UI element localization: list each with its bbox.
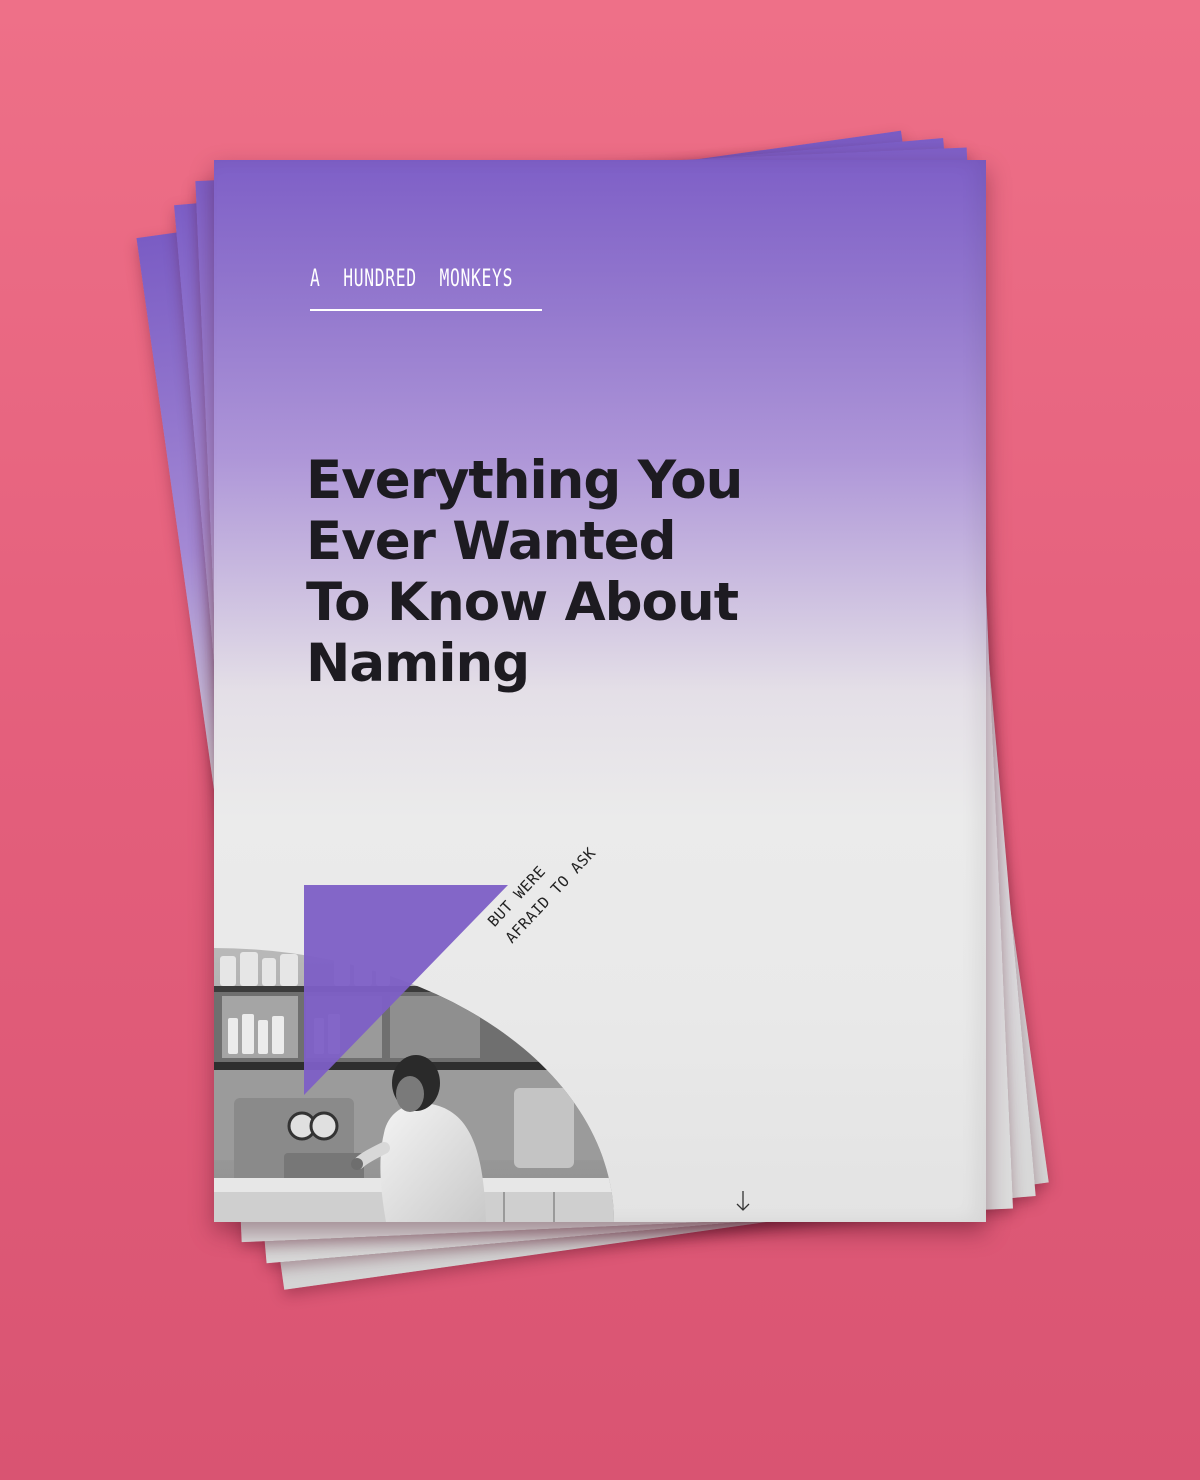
brochure-cover: A HUNDRED MONKEYS Everything You Ever Wa…: [214, 160, 986, 1222]
brand-underline: [310, 309, 542, 311]
headline: Everything You Ever Wanted To Know About…: [306, 450, 926, 694]
down-arrow-icon: [736, 1191, 750, 1211]
headline-line: Ever Wanted: [306, 511, 677, 572]
headline-line: Naming: [306, 633, 530, 694]
headline-line: To Know About: [306, 572, 739, 633]
purple-triangle: [304, 885, 508, 1095]
brand-logo: A HUNDRED MONKEYS: [310, 264, 514, 292]
headline-line: Everything You: [306, 450, 743, 511]
